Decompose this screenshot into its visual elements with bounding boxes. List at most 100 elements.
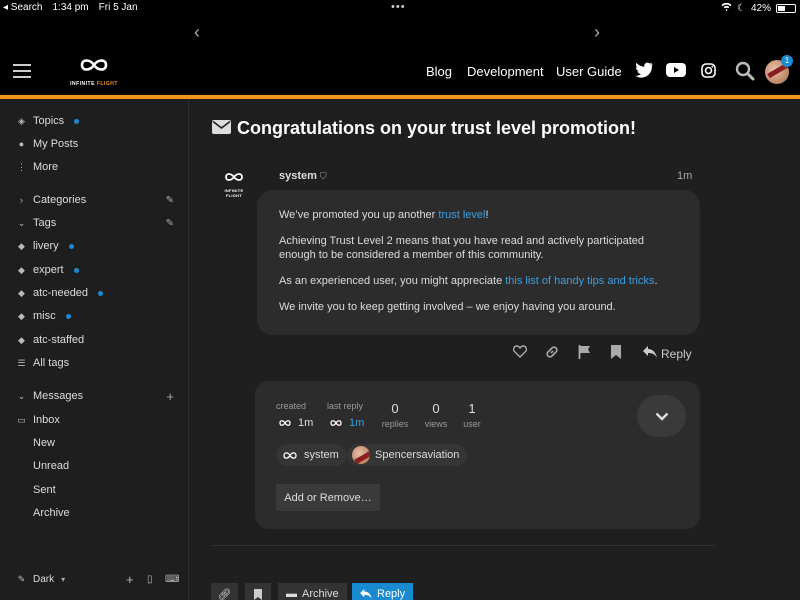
sidebar-section-categories[interactable]: › Categories: [17, 194, 86, 206]
new-message-plus-icon[interactable]: +: [166, 389, 174, 404]
footer-reply-button[interactable]: Reply: [352, 583, 414, 600]
instagram-icon[interactable]: [701, 63, 716, 83]
add-remove-participants-button[interactable]: Add or Remove…: [276, 484, 380, 511]
sidebar-item-messages-unread[interactable]: Unread: [33, 460, 69, 472]
tag-icon: ◆: [18, 264, 25, 275]
sidebar-footer: ✎ Dark ▾ + ▯ ⌨: [0, 566, 189, 600]
flag-icon[interactable]: [578, 345, 591, 362]
sidebar-item-messages-sent[interactable]: Sent: [33, 484, 56, 496]
unread-dot: [74, 118, 80, 124]
layers-icon: ◈: [18, 115, 25, 126]
participant-chip[interactable]: Spencersaviation: [347, 444, 468, 466]
browser-forward-icon[interactable]: ›: [594, 22, 600, 43]
keyboard-shortcuts-icon[interactable]: ⌨: [165, 574, 179, 585]
replies-count: 0: [391, 401, 399, 416]
bookmark-icon[interactable]: [611, 345, 621, 362]
site-logo[interactable]: INFINITE FLIGHT: [68, 56, 120, 87]
sidebar-item-topics[interactable]: ◈ Topics: [17, 115, 80, 127]
divider: [212, 545, 715, 546]
sidebar-item-messages-new[interactable]: New: [33, 437, 55, 449]
twitter-icon[interactable]: [635, 62, 653, 83]
views-count: 0: [432, 401, 440, 416]
sidebar-item-all-tags[interactable]: ☰ All tags: [17, 357, 69, 369]
sidebar-item-tag-expert[interactable]: ◆ expert: [17, 264, 79, 276]
tips-and-tricks-link[interactable]: this list of handy tips and tricks: [505, 275, 654, 287]
envelope-icon: [212, 118, 231, 139]
post-paragraph: We invite you to keep getting involved –…: [279, 301, 616, 313]
post-paragraph: We’ve promoted you up another trust leve…: [279, 209, 489, 221]
nav-blog-link[interactable]: Blog: [426, 64, 452, 79]
sidebar-item-tag-livery[interactable]: ◆ livery: [17, 240, 74, 252]
bookmark-topic-button[interactable]: [245, 583, 271, 600]
status-date: Fri 5 Jan: [98, 2, 138, 13]
views-label: views: [424, 419, 448, 429]
site-header: INFINITE FLIGHT Blog Development User Gu…: [0, 48, 800, 95]
youtube-icon[interactable]: [666, 63, 686, 82]
like-heart-icon[interactable]: [512, 345, 528, 361]
sidebar-item-more[interactable]: ⋮ More: [17, 161, 58, 173]
infinity-logo-icon: [279, 420, 291, 426]
chevron-down-icon: ⌄: [17, 217, 26, 228]
tag-icon: ◆: [18, 240, 25, 251]
nav-development-link[interactable]: Development: [467, 64, 544, 79]
unread-dot: [98, 290, 104, 296]
caret-down-icon: ▾: [61, 575, 66, 584]
user-icon: ●: [18, 139, 25, 149]
participant-chip[interactable]: system: [276, 444, 347, 466]
ios-status-bar: ◂ Search 1:34 pm Fri 5 Jan ••• ☾ 42%: [0, 0, 800, 16]
chevron-down-icon: ⌄: [17, 390, 26, 401]
chevron-right-icon: ›: [20, 195, 23, 205]
created-value[interactable]: 1m: [277, 417, 313, 429]
logo-wordmark: INFINITE FLIGHT: [70, 81, 118, 87]
share-link-button[interactable]: 🔗︎: [211, 583, 238, 600]
last-reply-label: last reply: [327, 401, 364, 411]
sidebar-section-messages[interactable]: ⌄ Messages: [17, 390, 83, 402]
sidebar-item-messages-archive[interactable]: Archive: [33, 507, 70, 519]
wifi-icon: [721, 2, 732, 14]
created-label: created: [276, 401, 307, 411]
expand-topic-map-button[interactable]: [637, 395, 686, 437]
sidebar-item-my-posts[interactable]: ● My Posts: [17, 138, 78, 150]
trust-level-link[interactable]: trust level: [438, 209, 485, 221]
sidebar-section-tags[interactable]: ⌄ Tags: [17, 217, 57, 229]
back-to-app-link[interactable]: ◂ Search: [3, 2, 42, 13]
unread-dot: [68, 243, 74, 249]
theme-selector[interactable]: ✎ Dark ▾: [17, 574, 65, 585]
nav-user-guide-link[interactable]: User Guide: [556, 64, 622, 79]
post-paragraph: As an experienced user, you might apprec…: [279, 275, 658, 287]
tag-icon: ◆: [18, 310, 25, 321]
sidebar-item-tag-atc-staffed[interactable]: ◆ atc-staffed: [17, 334, 84, 346]
edit-categories-pencil-icon[interactable]: ✎: [166, 195, 174, 206]
sidebar-item-tag-atc-needed[interactable]: ◆ atc-needed: [17, 287, 104, 299]
status-time: 1:34 pm: [52, 2, 89, 13]
archive-button[interactable]: ▬ Archive: [278, 583, 347, 600]
hamburger-menu-icon[interactable]: [13, 64, 31, 78]
battery-icon: [776, 3, 796, 13]
post-author-name[interactable]: system ⛉: [279, 170, 327, 182]
reply-button[interactable]: Reply: [643, 346, 692, 361]
battery-percent: 42%: [750, 2, 771, 14]
user-avatar-button[interactable]: 1: [765, 55, 793, 84]
inbox-icon: ▭: [17, 414, 26, 425]
post-author-avatar[interactable]: INFINITE FLIGHT: [218, 170, 250, 198]
copy-link-icon[interactable]: [545, 345, 559, 362]
browser-back-icon[interactable]: ‹: [194, 22, 200, 43]
sidebar-item-inbox[interactable]: ▭ Inbox: [17, 414, 60, 426]
mobile-view-icon[interactable]: ▯: [147, 574, 153, 585]
infinity-logo-icon: [283, 451, 297, 459]
link-icon: 🔗︎: [217, 588, 232, 600]
moon-icon: ☾: [737, 2, 746, 14]
last-reply-value[interactable]: 1m: [328, 417, 364, 429]
author-logo-text: INFINITE FLIGHT: [224, 188, 244, 198]
browser-nav-strip: ‹ ›: [0, 16, 800, 48]
folder-icon: ▬: [286, 588, 297, 600]
search-icon[interactable]: [735, 61, 755, 86]
multitasking-dots-icon[interactable]: •••: [391, 1, 406, 13]
add-plus-icon[interactable]: +: [126, 572, 134, 587]
replies-label: replies: [381, 419, 409, 429]
edit-tags-pencil-icon[interactable]: ✎: [166, 218, 174, 229]
tag-icon: ◆: [18, 334, 25, 345]
sidebar-item-tag-misc[interactable]: ◆ misc: [17, 310, 71, 322]
list-icon: ☰: [17, 357, 26, 368]
post-time[interactable]: 1m: [677, 170, 692, 182]
